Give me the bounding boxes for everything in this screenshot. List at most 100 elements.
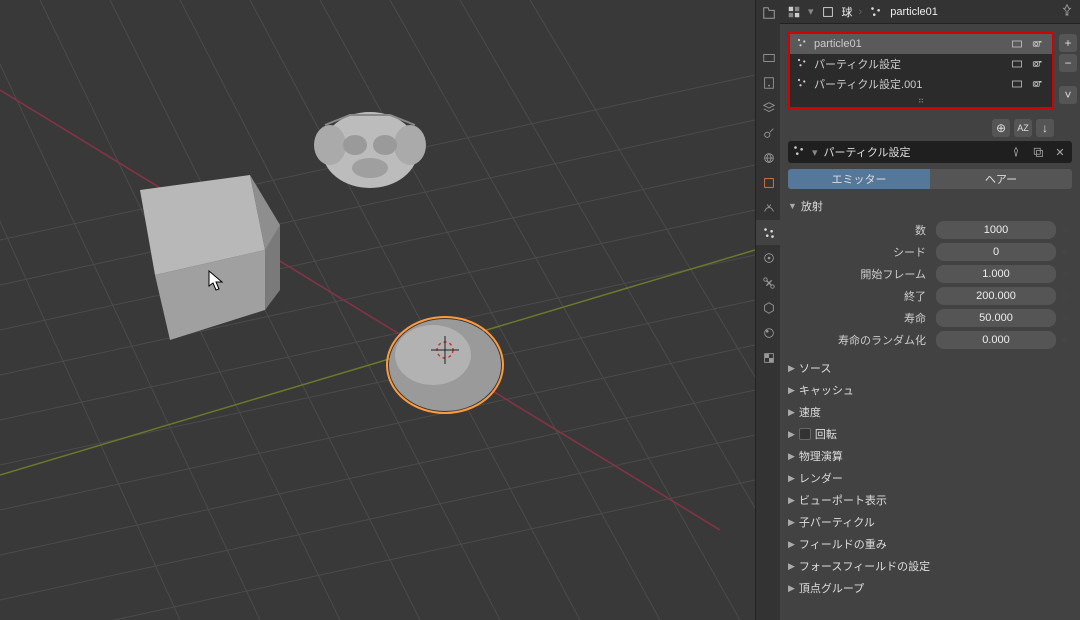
panel-title: レンダー (799, 470, 843, 486)
lifetime-field[interactable]: 50.000 (936, 309, 1056, 327)
settings-name[interactable]: パーティクル設定 (824, 144, 1002, 160)
anim-dot[interactable] (1062, 315, 1068, 321)
list-add-button[interactable]: + (1059, 34, 1077, 52)
particle-list-name[interactable]: particle01 (814, 38, 862, 50)
particle-list-item[interactable]: パーティクル設定.001 (790, 74, 1052, 94)
anim-dot[interactable] (1062, 271, 1068, 277)
emission-fields: 数 1000 シード 0 開始フレーム 1.000 終了 200.000 寿命 … (780, 217, 1080, 357)
particle-settings-datablock[interactable]: ▾ パーティクル設定 ✕ (788, 141, 1072, 163)
render-toggle-icon[interactable] (1028, 35, 1046, 53)
disclosure-closed-icon: ▶ (788, 385, 795, 396)
list-remove-button[interactable]: − (1059, 54, 1077, 72)
tab-scene-icon[interactable] (756, 120, 781, 145)
disclosure-closed-icon: ▶ (788, 517, 795, 528)
tab-physics-icon[interactable] (756, 245, 781, 270)
panel-collapsed[interactable]: ▶ 頂点グループ (780, 577, 1080, 599)
disclosure-closed-icon: ▶ (788, 363, 795, 374)
tab-constraints-icon[interactable] (756, 270, 781, 295)
panel-collapsed[interactable]: ▶ レンダー (780, 467, 1080, 489)
list-move-down-button[interactable]: ↓ (1036, 119, 1054, 137)
end-field[interactable]: 200.000 (936, 287, 1056, 305)
list-specials-button[interactable]: ˅ (1059, 86, 1077, 104)
mesh-monkey[interactable] (314, 112, 426, 188)
tab-emitter[interactable]: エミッター (788, 169, 930, 189)
panel-title: 速度 (799, 404, 821, 420)
particle-list-name[interactable]: パーティクル設定.001 (814, 76, 922, 92)
particle-icon (796, 37, 808, 52)
anim-dot[interactable] (1062, 293, 1068, 299)
disclosure-closed-icon: ▶ (788, 407, 795, 418)
liferand-field[interactable]: 0.000 (936, 331, 1056, 349)
new-settings-icon[interactable] (1030, 144, 1046, 160)
panel-title: ビューポート表示 (799, 492, 887, 508)
seed-field[interactable]: 0 (936, 243, 1056, 261)
list-sort-button[interactable]: AZ (1014, 119, 1032, 137)
particle-settings-icon (792, 144, 806, 161)
disclosure-closed-icon: ▶ (788, 561, 795, 572)
display-toggle-icon[interactable] (1008, 55, 1026, 73)
start-label: 開始フレーム (788, 266, 930, 282)
panel-collapsed[interactable]: ▶ ソース (780, 357, 1080, 379)
panel-checkbox[interactable] (799, 428, 811, 440)
panel-title: フィールドの重み (799, 536, 887, 552)
anim-dot[interactable] (1062, 227, 1068, 233)
tab-texture-icon[interactable] (756, 345, 781, 370)
panel-title: 物理演算 (799, 448, 843, 464)
count-field[interactable]: 1000 (936, 221, 1056, 239)
tab-render-icon[interactable] (756, 45, 781, 70)
panel-collapsed[interactable]: ▶フォースフィールドの設定 (780, 555, 1080, 577)
mesh-cube[interactable] (140, 175, 280, 340)
lifetime-label: 寿命 (788, 310, 930, 326)
3d-viewport[interactable] (0, 0, 755, 620)
particle-list-item[interactable]: パーティクル設定 (790, 54, 1052, 74)
count-label: 数 (788, 222, 930, 238)
tab-particles-icon[interactable] (756, 220, 781, 245)
particle-icon (796, 77, 808, 92)
fake-user-icon[interactable] (1008, 144, 1024, 160)
tab-output-icon[interactable] (756, 70, 781, 95)
panel-collapsed[interactable]: ▶フィールドの重み (780, 533, 1080, 555)
anim-dot[interactable] (1062, 337, 1068, 343)
end-label: 終了 (788, 288, 930, 304)
panel-collapsed[interactable]: ▶ ビューポート表示 (780, 489, 1080, 511)
disclosure-closed-icon: ▶ (788, 451, 795, 462)
panel-collapsed[interactable]: ▶ 速度 (780, 401, 1080, 423)
display-toggle-icon[interactable] (1008, 75, 1026, 93)
mesh-sphere-selected[interactable] (387, 317, 503, 413)
pin-icon[interactable] (1060, 3, 1074, 20)
tab-data-icon[interactable] (756, 295, 781, 320)
tab-object-icon[interactable] (756, 170, 781, 195)
render-toggle-icon[interactable] (1028, 55, 1046, 73)
panel-emission[interactable]: ▼ 放射 (780, 195, 1080, 217)
list-copy-button[interactable]: ⊕ (992, 119, 1010, 137)
start-field[interactable]: 1.000 (936, 265, 1056, 283)
tab-hair[interactable]: ヘアー (930, 169, 1072, 189)
tab-viewlayer-icon[interactable] (756, 95, 781, 120)
render-toggle-icon[interactable] (1028, 75, 1046, 93)
particle-list-name[interactable]: パーティクル設定 (814, 56, 901, 72)
disclosure-closed-icon: ▶ (788, 473, 795, 484)
particle-icon (796, 57, 808, 72)
panel-title: 頂点グループ (799, 580, 864, 596)
tab-material-icon[interactable] (756, 320, 781, 345)
panel-collapsed[interactable]: ▶回転 (780, 423, 1080, 445)
disclosure-open-icon: ▼ (788, 201, 797, 211)
display-toggle-icon[interactable] (1008, 35, 1026, 53)
panel-collapsed[interactable]: ▶ 物理演算 (780, 445, 1080, 467)
breadcrumb-particle[interactable]: particle01 (890, 6, 938, 18)
panel-collapsed[interactable]: ▶キャッシュ (780, 379, 1080, 401)
tab-tool-icon[interactable] (756, 0, 781, 25)
tab-modifier-icon[interactable] (756, 195, 781, 220)
panel-collapsed[interactable]: ▶ 子パーティクル (780, 511, 1080, 533)
unlink-icon[interactable]: ✕ (1052, 144, 1068, 160)
disclosure-closed-icon: ▶ (788, 583, 795, 594)
anim-dot[interactable] (1062, 249, 1068, 255)
panel-title: ソース (799, 360, 831, 376)
panel-title: 子パーティクル (799, 514, 875, 530)
breadcrumb-object[interactable]: 球 (842, 4, 853, 20)
particle-list-item[interactable]: particle01 (790, 34, 1052, 54)
tab-world-icon[interactable] (756, 145, 781, 170)
editor-type-icon[interactable] (786, 4, 802, 20)
liferand-label: 寿命のランダム化 (788, 332, 930, 348)
disclosure-closed-icon: ▶ (788, 495, 795, 506)
